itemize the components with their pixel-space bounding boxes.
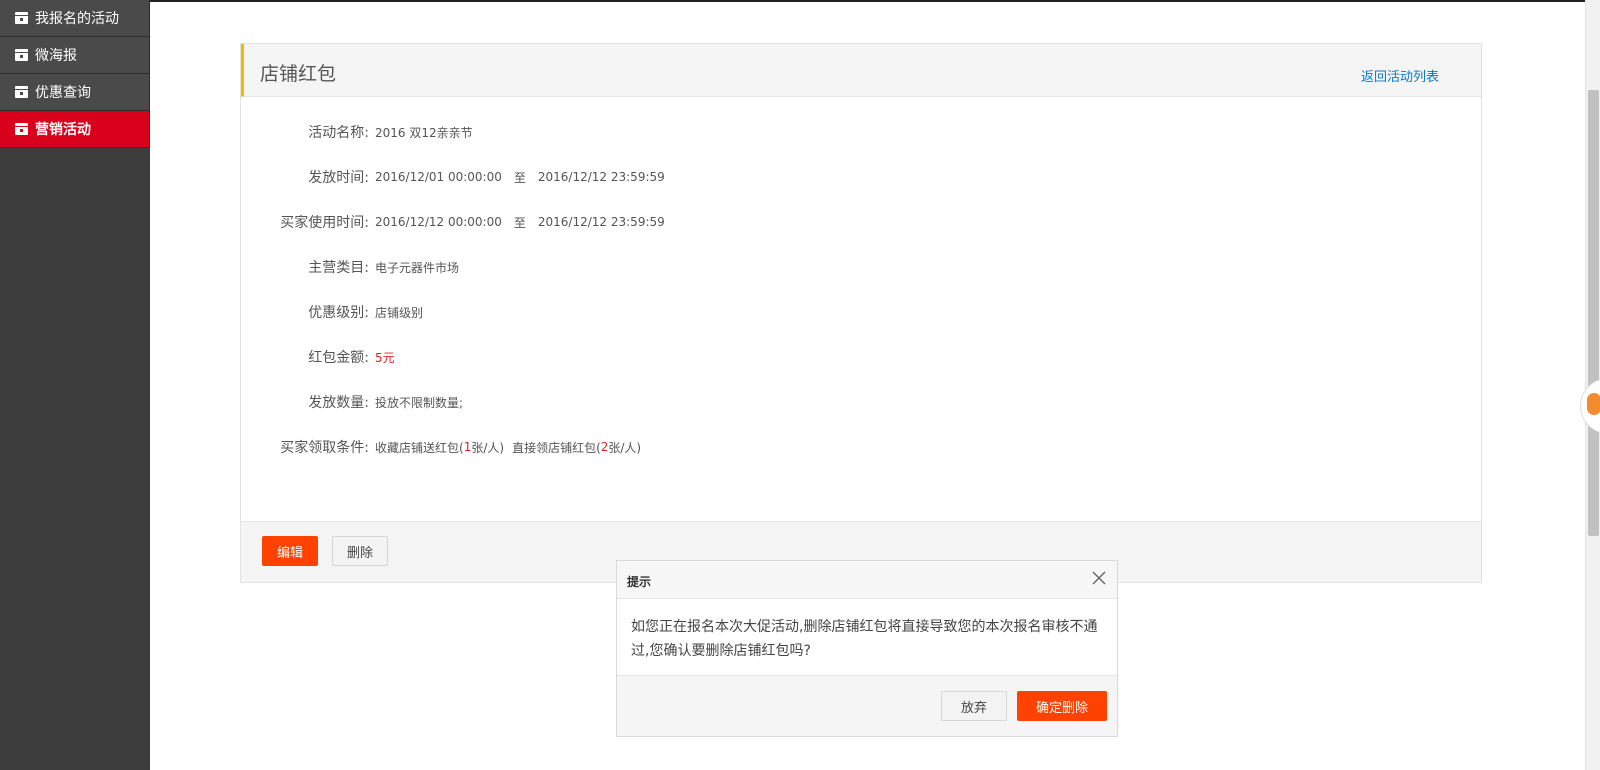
field-issue-time: 发放时间: 2016/12/01 00:00:00 至 2016/12/12 2… bbox=[241, 167, 665, 187]
field-value: 电子元器件市场 bbox=[375, 260, 460, 275]
sidebar-item-label: 优惠查询 bbox=[35, 85, 91, 101]
issue-end-time: 2016/12/12 23:59:59 bbox=[537, 170, 665, 184]
range-separator: 至 bbox=[513, 170, 526, 185]
delete-button[interactable]: 删除 bbox=[332, 536, 388, 566]
field-value: 投放不限制数量; bbox=[375, 395, 464, 410]
top-border bbox=[0, 0, 1585, 2]
mascot-icon bbox=[1587, 393, 1600, 415]
dialog-footer: 放弃 确定删除 bbox=[617, 675, 1117, 736]
field-activity-name: 活动名称: 2016 双12亲亲节 bbox=[241, 122, 473, 142]
field-label: 买家领取条件: bbox=[280, 440, 369, 456]
confirm-delete-button[interactable]: 确定删除 bbox=[1017, 691, 1107, 721]
condition-favorite-count: 1 bbox=[463, 440, 472, 454]
page-title: 店铺红包 bbox=[260, 63, 337, 85]
field-label: 主营类目: bbox=[308, 260, 369, 276]
sidebar-item-label: 营销活动 bbox=[35, 122, 91, 138]
calendar-icon bbox=[15, 12, 28, 24]
condition-direct-count: 2 bbox=[600, 440, 609, 454]
field-category: 主营类目: 电子元器件市场 bbox=[241, 257, 459, 277]
field-value: 店铺级别 bbox=[375, 305, 424, 320]
sidebar-item-marketing[interactable]: 营销活动 bbox=[0, 111, 150, 148]
floating-service-widget[interactable] bbox=[1580, 378, 1600, 434]
delete-confirm-dialog: 提示 如您正在报名本次大促活动,删除店铺红包将直接导致您的本次报名审核不通过,您… bbox=[616, 560, 1118, 737]
calendar-icon bbox=[15, 123, 28, 135]
calendar-icon bbox=[15, 86, 28, 98]
range-separator: 至 bbox=[513, 215, 526, 230]
sidebar-item-label: 我报名的活动 bbox=[35, 11, 119, 27]
close-icon[interactable] bbox=[1091, 570, 1107, 586]
field-value: 2016 双12亲亲节 bbox=[375, 125, 473, 140]
field-label: 买家使用时间: bbox=[280, 215, 369, 231]
sidebar-item-discount-query[interactable]: 优惠查询 bbox=[0, 74, 150, 111]
red-packet-detail-panel: 店铺红包 返回活动列表 活动名称: 2016 双12亲亲节 发放时间: 2016… bbox=[240, 43, 1482, 583]
condition-direct-text: 直接领店铺红包( bbox=[512, 440, 601, 455]
field-amount: 红包金额: 5元 bbox=[241, 347, 395, 367]
field-use-time: 买家使用时间: 2016/12/12 00:00:00 至 2016/12/12… bbox=[241, 212, 665, 232]
condition-favorite-unit: 张/人) bbox=[471, 440, 505, 455]
field-label: 优惠级别: bbox=[308, 305, 369, 321]
dialog-title: 提示 bbox=[627, 575, 652, 589]
field-label: 发放时间: bbox=[308, 170, 369, 186]
condition-favorite-text: 收藏店铺送红包( bbox=[375, 440, 464, 455]
panel-header: 店铺红包 返回活动列表 bbox=[241, 44, 1481, 97]
edit-button[interactable]: 编辑 bbox=[262, 536, 318, 566]
dialog-header: 提示 bbox=[617, 561, 1117, 599]
amount-value: 5元 bbox=[375, 350, 395, 365]
sidebar: 我报名的活动 微海报 优惠查询 营销活动 bbox=[0, 0, 150, 770]
sidebar-item-label: 微海报 bbox=[35, 48, 77, 64]
sidebar-item-my-activities[interactable]: 我报名的活动 bbox=[0, 0, 150, 37]
field-claim-conditions: 买家领取条件: 收藏店铺送红包(1 张/人) 直接领店铺红包(2 张/人) bbox=[241, 437, 641, 457]
back-to-activity-list-link[interactable]: 返回活动列表 bbox=[1361, 66, 1439, 85]
calendar-icon bbox=[15, 49, 28, 61]
field-label: 活动名称: bbox=[308, 125, 369, 141]
field-quantity: 发放数量: 投放不限制数量; bbox=[241, 392, 463, 412]
dialog-message: 如您正在报名本次大促活动,删除店铺红包将直接导致您的本次报名审核不通过,您确认要… bbox=[631, 619, 1098, 659]
field-label: 红包金额: bbox=[308, 350, 369, 366]
cancel-button[interactable]: 放弃 bbox=[941, 691, 1007, 721]
issue-start-time: 2016/12/01 00:00:00 bbox=[375, 170, 502, 184]
scrollbar-thumb[interactable] bbox=[1588, 90, 1599, 536]
use-start-time: 2016/12/12 00:00:00 bbox=[375, 215, 502, 229]
field-label: 发放数量: bbox=[308, 395, 369, 411]
condition-direct-unit: 张/人) bbox=[608, 440, 642, 455]
sidebar-item-micro-poster[interactable]: 微海报 bbox=[0, 37, 150, 74]
use-end-time: 2016/12/12 23:59:59 bbox=[537, 215, 665, 229]
field-discount-level: 优惠级别: 店铺级别 bbox=[241, 302, 423, 322]
